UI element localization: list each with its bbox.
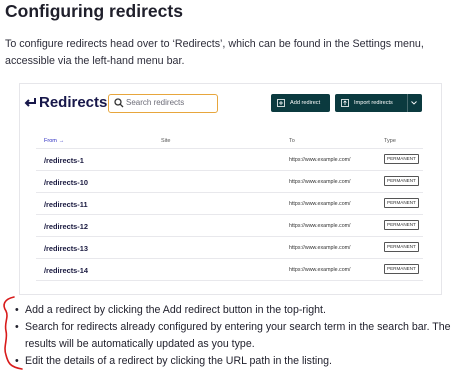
redirect-target: https://www.example.com/ — [289, 245, 351, 251]
column-header-from[interactable]: From → — [44, 138, 64, 144]
chevron-down-icon[interactable] — [411, 101, 417, 105]
column-header-site: Site — [161, 138, 171, 144]
list-item: Search for redirects already configured … — [15, 319, 470, 353]
add-redirect-button[interactable]: Add redirect — [271, 94, 330, 112]
redirect-target: https://www.example.com/ — [289, 157, 351, 163]
type-badge: PERMANENT — [384, 220, 419, 230]
table-row-partial — [36, 280, 423, 294]
redirect-path-link[interactable]: /redirects-11 — [44, 200, 88, 209]
instruction-list: Add a redirect by clicking the Add redir… — [15, 302, 470, 370]
column-header-type: Type — [384, 138, 396, 144]
upload-icon — [341, 99, 349, 107]
type-badge: PERMANENT — [384, 242, 419, 252]
bullet-text: Search for redirects already configured … — [25, 321, 451, 350]
column-header-from-label: From — [44, 138, 57, 144]
column-header-to: To — [289, 138, 295, 144]
table-row[interactable]: /redirects-11 https://www.example.com/ P… — [36, 192, 423, 214]
import-redirects-button[interactable]: Import redirects — [335, 94, 422, 112]
add-redirect-label: Add redirect — [290, 100, 321, 106]
intro-paragraph: To configure redirects head over to ‘Red… — [5, 38, 424, 67]
redirect-path-link[interactable]: /redirects-12 — [44, 222, 88, 231]
redirect-path-link[interactable]: /redirects-13 — [44, 244, 88, 253]
button-divider — [407, 94, 408, 112]
redirect-path-link[interactable]: /redirects-1 — [44, 156, 84, 165]
bullet-text: Edit the details of a redirect by clicki… — [25, 355, 332, 367]
table-row[interactable]: /redirects-10 https://www.example.com/ P… — [36, 170, 423, 192]
redirects-title: Redirects — [39, 94, 108, 111]
redirects-header: Redirects Search redirects Add redirect … — [20, 84, 441, 124]
back-arrow-icon[interactable] — [23, 95, 37, 109]
screenshot-bottom-edge — [20, 294, 442, 295]
import-redirects-label: Import redirects — [354, 100, 393, 106]
redirect-target: https://www.example.com/ — [289, 179, 351, 185]
table-row[interactable]: /redirects-14 https://www.example.com/ P… — [36, 258, 423, 280]
list-item: Add a redirect by clicking the Add redir… — [15, 302, 470, 319]
redirect-path-link[interactable]: /redirects-14 — [44, 266, 88, 275]
list-item: Edit the details of a redirect by clicki… — [15, 353, 470, 370]
table-row[interactable]: /redirects-12 https://www.example.com/ P… — [36, 214, 423, 236]
redirect-path-link[interactable]: /redirects-10 — [44, 178, 88, 187]
page-title: Configuring redirects — [5, 1, 183, 21]
redirects-screenshot: Redirects Search redirects Add redirect … — [19, 83, 442, 295]
search-icon — [114, 98, 124, 108]
type-badge: PERMANENT — [384, 198, 419, 208]
type-badge: PERMANENT — [384, 176, 419, 186]
redirect-target: https://www.example.com/ — [289, 201, 351, 207]
redirect-target: https://www.example.com/ — [289, 267, 351, 273]
sort-arrow-icon: → — [58, 138, 65, 144]
search-input[interactable]: Search redirects — [108, 94, 218, 113]
type-badge: PERMANENT — [384, 154, 419, 164]
table-row[interactable]: /redirects-1 https://www.example.com/ PE… — [36, 148, 423, 170]
search-placeholder: Search redirects — [126, 98, 185, 107]
table-row[interactable]: /redirects-13 https://www.example.com/ P… — [36, 236, 423, 258]
type-badge: PERMANENT — [384, 264, 419, 274]
redirect-target: https://www.example.com/ — [289, 223, 351, 229]
bullet-text: Add a redirect by clicking the Add redir… — [25, 304, 326, 316]
plus-icon — [277, 99, 285, 107]
